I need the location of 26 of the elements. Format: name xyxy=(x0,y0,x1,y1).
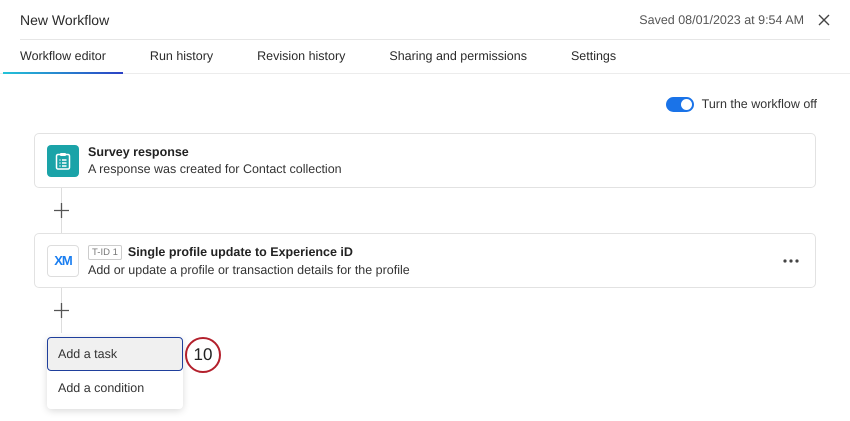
tab[interactable]: Sharing and permissions xyxy=(372,40,544,74)
close-button[interactable] xyxy=(818,14,830,26)
step-title: Survey response xyxy=(88,145,189,159)
tab[interactable]: Run history xyxy=(132,40,230,74)
tab[interactable]: Settings xyxy=(554,40,634,74)
toggle-switch[interactable] xyxy=(666,96,694,112)
step-description: A response was created for Contact collection xyxy=(88,162,343,176)
close-icon xyxy=(818,14,830,26)
task-id-tag: T-ID 1 xyxy=(88,244,122,260)
saved-status: Saved 08/01/2023 at 9:54 AM xyxy=(639,12,804,26)
clipboard-icon xyxy=(47,144,79,176)
plus-icon xyxy=(54,303,69,318)
step-card[interactable]: Survey response A response was created for Contact collection xyxy=(34,133,816,188)
step-callout: 10 xyxy=(185,337,221,373)
menu-item[interactable]: Add a task xyxy=(47,337,183,371)
step-card[interactable]: XM T-ID 1 Single profile update to Experience iD Add or update a profile or transaction details for the profile xyxy=(34,233,816,288)
more-icon xyxy=(783,258,799,262)
toggle-label: Turn the workflow off xyxy=(702,97,817,111)
tab[interactable]: Workflow editor xyxy=(3,40,123,74)
logo: XM xyxy=(47,244,79,276)
step-title: Single profile update to Experience iD xyxy=(128,245,353,259)
menu-item[interactable]: Add a condition xyxy=(47,371,183,405)
tab[interactable]: Revision history xyxy=(240,40,362,74)
window-title: New Workflow xyxy=(20,12,110,28)
step-description: Add or update a profile or transaction details for the profile xyxy=(88,262,411,276)
plus-icon xyxy=(54,203,69,218)
